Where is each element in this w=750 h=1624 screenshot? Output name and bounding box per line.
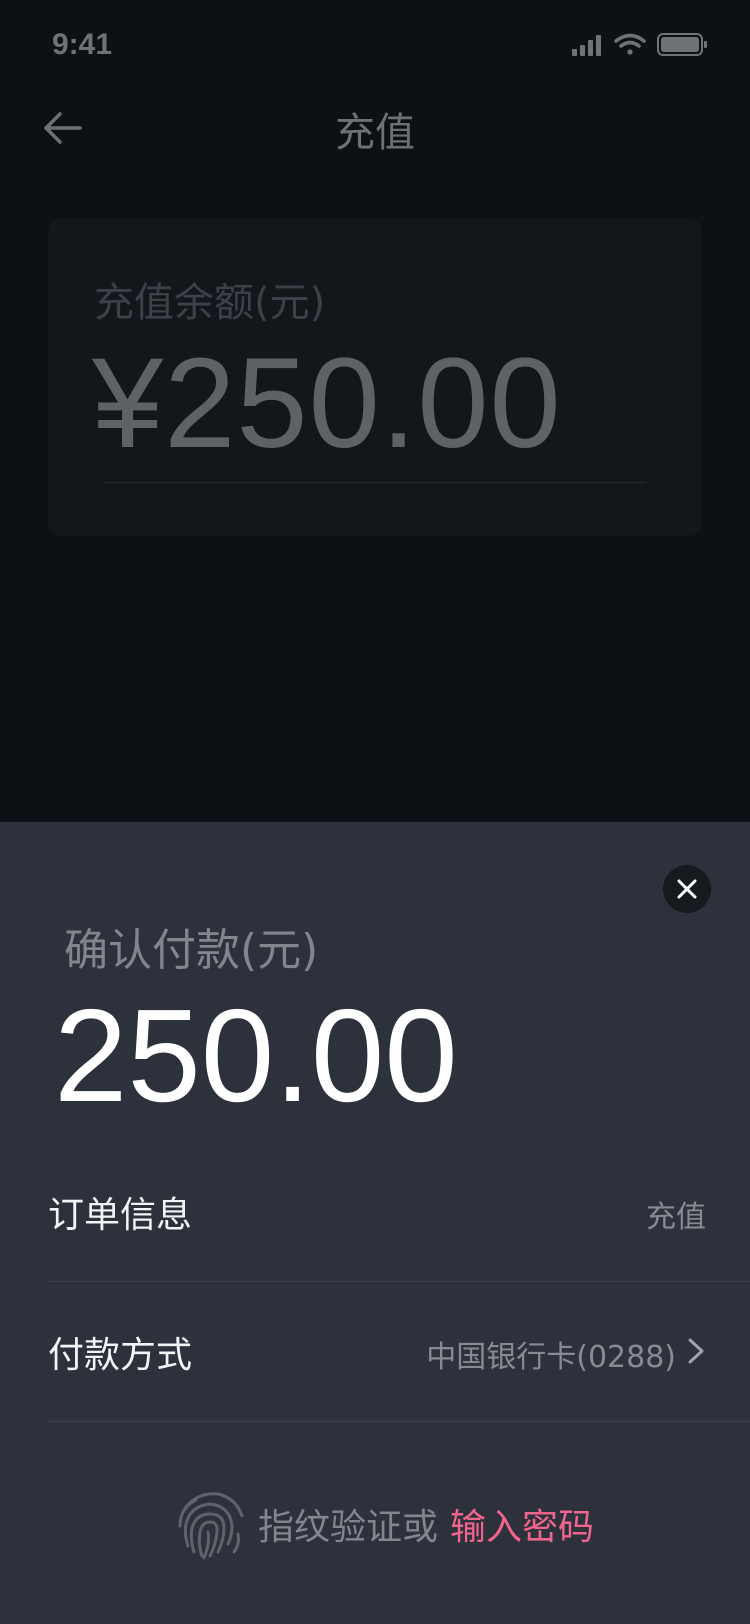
payment-method-row[interactable]: 付款方式 中国银行卡(0288) [48, 1282, 750, 1422]
wifi-icon [614, 33, 646, 55]
balance-card: 充值余额(元) ¥250.00 [48, 218, 702, 536]
status-time: 9:41 [52, 28, 113, 61]
order-info-label: 订单信息 [48, 1195, 193, 1236]
signal-icon [572, 35, 601, 56]
close-button[interactable] [663, 865, 711, 913]
nav-bar: 充值 [0, 88, 750, 170]
confirm-payment-label: 确认付款(元) [64, 925, 319, 976]
balance-label: 充值余额(元) [94, 280, 326, 326]
fingerprint-verify-text: 指纹验证或 [258, 1507, 439, 1548]
enter-password-link[interactable]: 输入密码 [450, 1498, 594, 1550]
chevron-right-icon [688, 1338, 704, 1364]
payment-amount: 250.00 [54, 982, 458, 1129]
divider [48, 1421, 750, 1422]
status-icons [572, 33, 707, 56]
balance-amount-input[interactable]: ¥250.00 [92, 340, 562, 468]
divider [104, 482, 646, 483]
status-bar: 9:41 [0, 0, 750, 88]
page-title: 充值 [335, 110, 415, 156]
payment-method-value: 中国银行卡(0288) [426, 1340, 676, 1375]
close-icon [677, 879, 697, 899]
payment-method-label: 付款方式 [48, 1335, 193, 1376]
fingerprint-icon[interactable] [172, 1486, 248, 1562]
order-info-value: 充值 [646, 1200, 706, 1235]
order-info-row: 订单信息 充值 [48, 1142, 750, 1282]
battery-icon [657, 33, 707, 56]
